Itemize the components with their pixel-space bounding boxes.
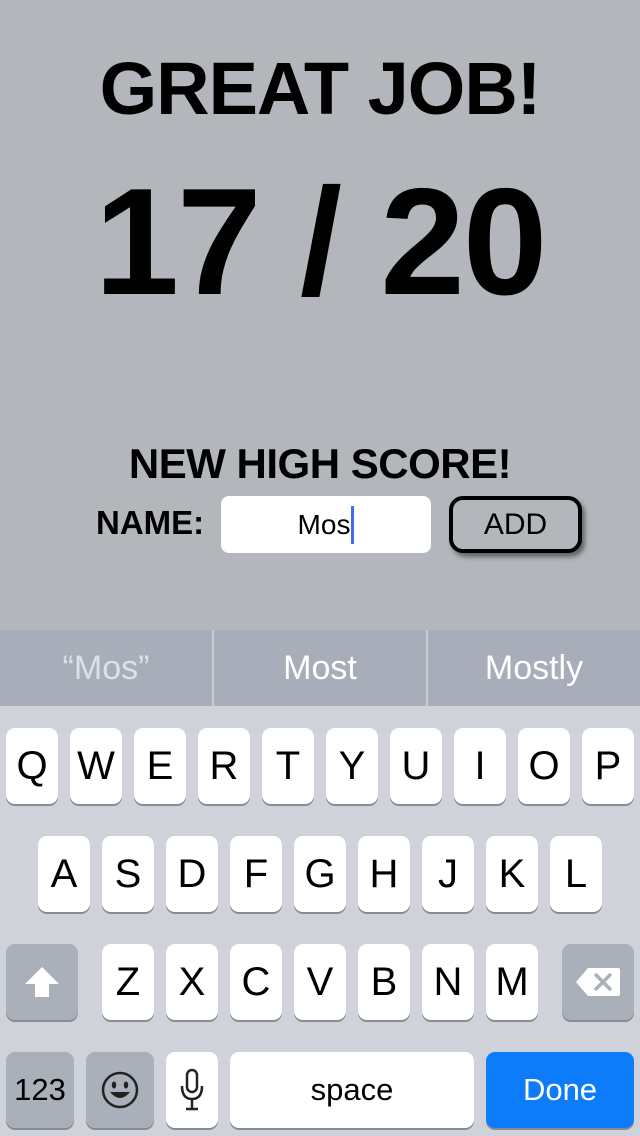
key-s[interactable]: S (102, 836, 154, 912)
score-display: 17 / 20 (94, 157, 548, 327)
key-i[interactable]: I (454, 728, 506, 804)
key-y[interactable]: Y (326, 728, 378, 804)
suggestion-typed[interactable]: “Mos” (0, 630, 212, 706)
headline: GREAT JOB! (99, 47, 542, 130)
backspace-icon (574, 966, 622, 998)
space-key[interactable]: space (230, 1052, 474, 1128)
key-e[interactable]: E (134, 728, 186, 804)
key-r[interactable]: R (198, 728, 250, 804)
suggestion-mostly[interactable]: Mostly (426, 630, 640, 706)
shift-key[interactable] (6, 944, 78, 1020)
name-input-value: Mos (297, 508, 351, 540)
high-score-banner: NEW HIGH SCORE! (128, 440, 512, 487)
dictation-key[interactable] (166, 1052, 218, 1128)
key-u[interactable]: U (390, 728, 442, 804)
score-screen: GREAT JOB! 17 / 20 NEW HIGH SCORE! NAME:… (0, 0, 640, 630)
suggestion-bar: “Mos” Most Mostly (0, 630, 640, 706)
done-key[interactable]: Done (486, 1052, 634, 1128)
microphone-icon (179, 1068, 205, 1112)
key-m[interactable]: M (486, 944, 538, 1020)
name-label: NAME: (96, 504, 205, 541)
key-t[interactable]: T (262, 728, 314, 804)
key-k[interactable]: K (486, 836, 538, 912)
key-c[interactable]: C (230, 944, 282, 1020)
backspace-key[interactable] (562, 944, 634, 1020)
numbers-key[interactable]: 123 (6, 1052, 74, 1128)
emoji-icon (100, 1070, 140, 1110)
key-v[interactable]: V (294, 944, 346, 1020)
key-q[interactable]: Q (6, 728, 58, 804)
key-d[interactable]: D (166, 836, 218, 912)
key-o[interactable]: O (518, 728, 570, 804)
text-caret (351, 505, 355, 544)
shift-arrow-icon (23, 965, 61, 999)
key-a[interactable]: A (38, 836, 90, 912)
key-j[interactable]: J (422, 836, 474, 912)
key-f[interactable]: F (230, 836, 282, 912)
key-g[interactable]: G (294, 836, 346, 912)
key-z[interactable]: Z (102, 944, 154, 1020)
key-l[interactable]: L (550, 836, 602, 912)
name-input[interactable]: Mos (221, 496, 431, 553)
suggestion-most[interactable]: Most (212, 630, 426, 706)
add-button[interactable]: ADD (449, 496, 582, 553)
keyboard: Q W E R T Y U I O P A S D F G H J K L Z … (0, 706, 640, 1136)
key-x[interactable]: X (166, 944, 218, 1020)
key-h[interactable]: H (358, 836, 410, 912)
emoji-key[interactable] (86, 1052, 154, 1128)
key-p[interactable]: P (582, 728, 634, 804)
key-n[interactable]: N (422, 944, 474, 1020)
key-w[interactable]: W (70, 728, 122, 804)
key-b[interactable]: B (358, 944, 410, 1020)
